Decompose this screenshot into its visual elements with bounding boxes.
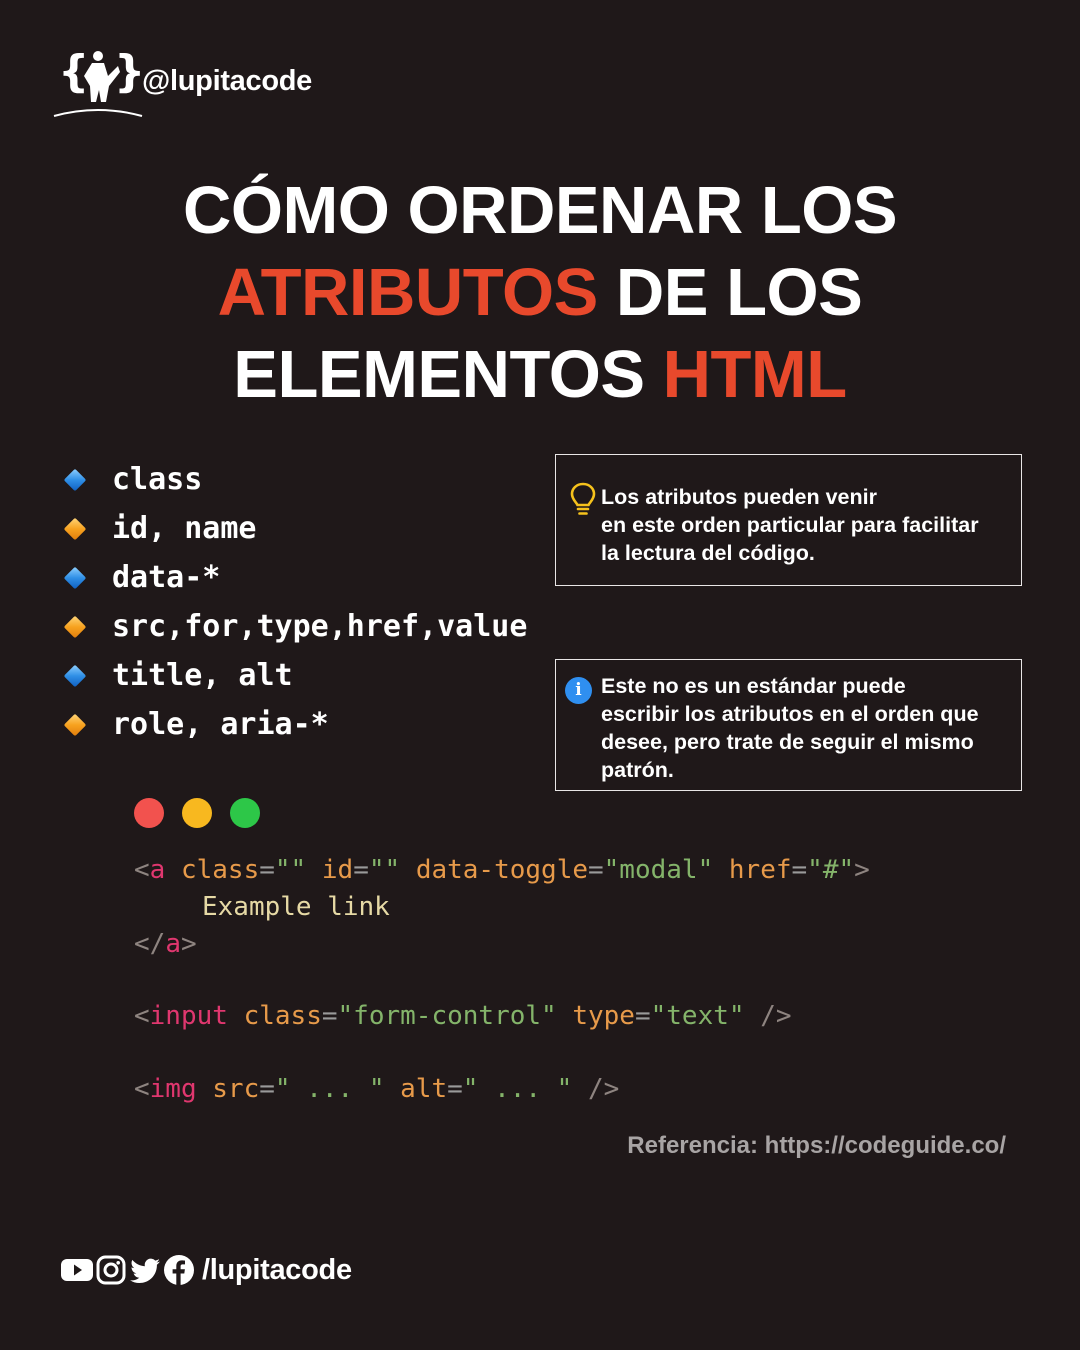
orange-diamond-icon xyxy=(63,615,87,638)
code-text: Example link xyxy=(202,892,390,922)
code-equals: = xyxy=(259,1074,275,1104)
code-equals: = xyxy=(447,1074,463,1104)
attribute-text: role, aria-* xyxy=(112,707,329,742)
svg-text:{: { xyxy=(58,46,89,97)
code-bracket: > xyxy=(180,929,197,959)
code-tag: img xyxy=(149,1074,197,1104)
list-item: class xyxy=(62,455,527,504)
list-item: id, name xyxy=(62,504,527,553)
note-line: Este no es un estándar puede xyxy=(601,674,906,698)
note-box: i Este no es un estándar puede escribir … xyxy=(555,659,1022,791)
code-bracket: /> xyxy=(588,1074,620,1104)
brand-handle: @lupitacode xyxy=(142,64,312,97)
title-line-3-rest: ELEMENTOS xyxy=(233,337,663,412)
attribute-text: class xyxy=(112,462,203,497)
list-item: role, aria-* xyxy=(62,700,527,749)
window-maximize-dot xyxy=(230,798,260,828)
note-line: escribir los atributos en el orden que xyxy=(601,702,979,726)
brand-logo: { } xyxy=(53,46,144,117)
instagram-icon[interactable] xyxy=(94,1253,128,1287)
list-item: src,for,type,href,value xyxy=(62,602,527,651)
title-accent-html: HTML xyxy=(662,337,848,412)
tip-line: en este orden particular para facilitar xyxy=(601,513,979,537)
tip-box: Los atributos pueden venir en este orden… xyxy=(555,454,1022,586)
code-bracket: > xyxy=(854,855,870,885)
code-line-4: <input class="form-control" type="text" … xyxy=(134,1001,792,1031)
code-equals: = xyxy=(353,855,369,885)
reference-text: Referencia: https://codeguide.co/ xyxy=(627,1132,1006,1159)
attribute-text: id, name xyxy=(112,511,257,546)
code-attribute: type xyxy=(572,1001,635,1031)
code-bracket: /> xyxy=(760,1001,792,1031)
footer-social: /lupitacode xyxy=(60,1253,352,1287)
code-equals: = xyxy=(791,855,808,885)
code-equals: = xyxy=(259,855,275,885)
title-accent-atributos: ATRIBUTOS xyxy=(217,255,599,330)
light-bulb-icon xyxy=(570,482,596,515)
code-attribute: href xyxy=(728,855,792,885)
orange-diamond-icon xyxy=(63,713,87,736)
attribute-text: title, alt xyxy=(112,658,293,693)
list-item: title, alt xyxy=(62,651,527,700)
youtube-icon[interactable] xyxy=(60,1253,94,1287)
window-minimize-dot xyxy=(182,798,212,828)
code-bracket: </ xyxy=(134,929,166,959)
title-line-1: CÓMO ORDENAR LOS xyxy=(182,173,898,248)
code-equals: = xyxy=(321,1001,338,1031)
code-attribute: id xyxy=(321,855,354,885)
code-bracket: < xyxy=(134,1001,150,1031)
attribute-order-list: class id, name data-* src,for,type,href,… xyxy=(62,455,527,749)
attribute-text: data-* xyxy=(112,560,221,595)
attribute-text: src,for,type,href,value xyxy=(112,609,528,644)
blue-diamond-icon xyxy=(63,468,87,491)
code-attribute: alt xyxy=(400,1074,448,1104)
code-equals: = xyxy=(588,855,604,885)
code-attribute: src xyxy=(212,1074,260,1104)
tip-text: Los atributos pueden venir en este orden… xyxy=(601,483,1009,567)
code-line-1: <a class="" id="" data-toggle="modal" hr… xyxy=(134,855,870,885)
code-string: "#" xyxy=(807,855,855,885)
list-item: data-* xyxy=(62,553,527,602)
code-line-3: </a> xyxy=(134,929,197,959)
code-attribute: class xyxy=(180,855,260,885)
brand: { } @lupitacode xyxy=(52,46,312,122)
note-text: Este no es un estándar puede escribir lo… xyxy=(601,672,1009,784)
code-tag: input xyxy=(149,1001,228,1031)
code-string: " ... " xyxy=(274,1074,385,1104)
code-tag: a xyxy=(149,855,166,885)
facebook-icon[interactable] xyxy=(162,1253,196,1287)
orange-diamond-icon xyxy=(63,517,87,540)
note-line: patrón. xyxy=(601,758,674,782)
code-bracket: < xyxy=(134,855,150,885)
title-line-3: ELEMENTOS HTML xyxy=(0,334,1080,416)
code-attribute: data-toggle xyxy=(415,855,588,885)
code-string: " ... " xyxy=(462,1074,573,1104)
note-line: desee, pero trate de seguir el mismo xyxy=(601,730,974,754)
code-string: "modal" xyxy=(603,855,714,885)
title-line-2-rest: DE LOS xyxy=(597,255,863,330)
code-equals: = xyxy=(634,1001,651,1031)
tip-line: Los atributos pueden venir xyxy=(601,485,877,509)
window-close-dot xyxy=(134,798,164,828)
footer-handle: /lupitacode xyxy=(202,1253,352,1286)
page-title: CÓMO ORDENAR LOS ATRIBUTOS DE LOS ELEMEN… xyxy=(0,170,1080,416)
code-bracket: < xyxy=(134,1074,150,1104)
blue-diamond-icon xyxy=(63,664,87,687)
code-line-5: <img src=" ... " alt=" ... " /> xyxy=(134,1074,619,1104)
code-string: "text" xyxy=(650,1001,745,1031)
blue-diamond-icon xyxy=(63,566,87,589)
code-string: "" xyxy=(368,855,401,885)
title-line-2: ATRIBUTOS DE LOS xyxy=(0,252,1080,334)
info-icon: i xyxy=(565,677,592,704)
code-attribute: class xyxy=(243,1001,322,1031)
code-string: "" xyxy=(274,855,307,885)
tip-line: la lectura del código. xyxy=(601,541,815,565)
code-line-2: Example link xyxy=(202,892,390,922)
twitter-icon[interactable] xyxy=(128,1253,162,1287)
code-tag: a xyxy=(165,929,181,959)
code-string: "form-control" xyxy=(337,1001,557,1031)
